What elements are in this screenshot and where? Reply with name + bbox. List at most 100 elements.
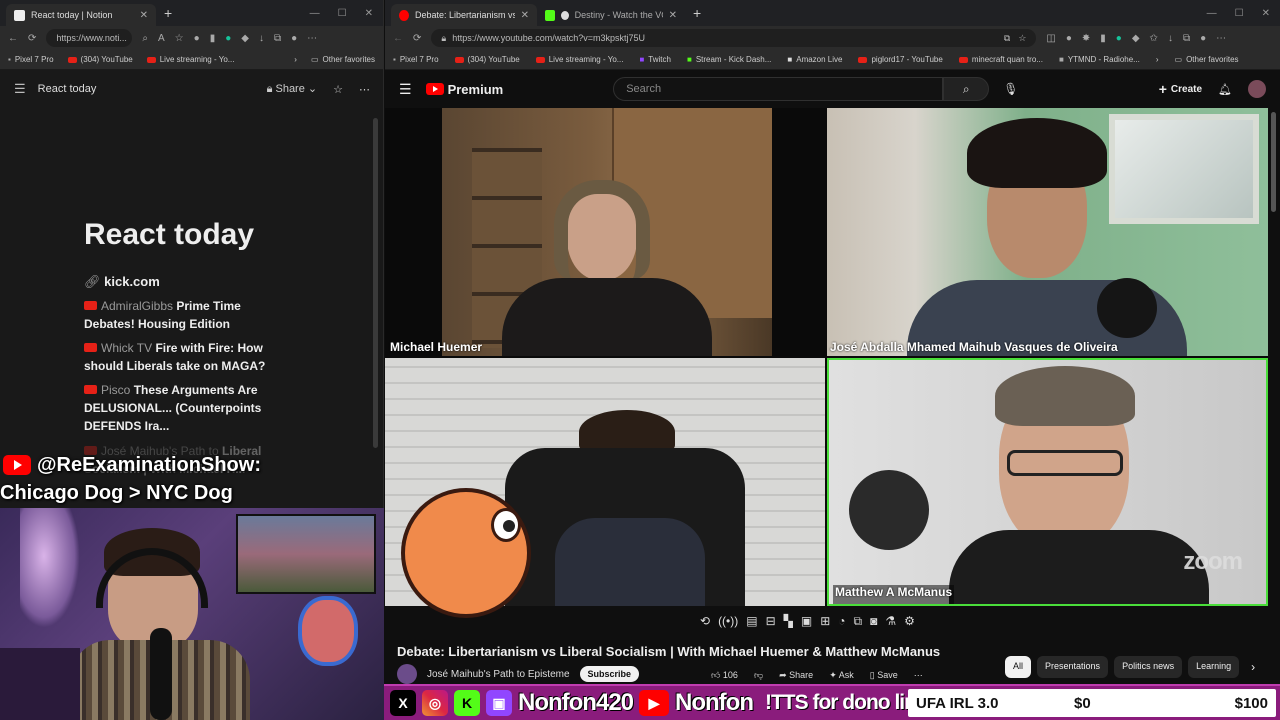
star-icon[interactable]: ☆ [175,33,184,44]
share-button[interactable]: ➦ Share [779,670,813,681]
extension-icon[interactable]: ● [194,33,200,44]
split-icon[interactable]: ◫ [1046,33,1055,44]
scrollbar[interactable] [373,118,378,448]
list-item[interactable]: Pisco These Arguments Are DELUSIONAL... … [84,381,274,435]
create-button[interactable]: + Create [1159,81,1202,97]
flask-icon[interactable]: ⚗ [885,614,896,629]
back-icon[interactable]: ← [8,33,18,44]
settings-gear-icon[interactable]: ⚙ [904,614,915,629]
favorite-item[interactable]: Live streaming - Yo... [146,55,234,64]
favorite-item[interactable]: ■ YTMND - Radiohe... [1059,55,1140,64]
extension-icon[interactable]: ✸ [1082,33,1090,44]
avatar[interactable] [1248,80,1266,98]
favorite-item[interactable]: piglord17 - YouTube [858,55,943,64]
like-button[interactable]: 👍︎ 106 [711,670,738,681]
refresh-icon[interactable]: ⟳ [413,33,421,44]
url-field[interactable]: https://www.noti... [46,29,133,47]
subscribe-button[interactable]: Subscribe [579,666,640,682]
share-button[interactable]: 🔒︎ Share ⌄ [267,82,318,96]
minimize-icon[interactable]: — [310,8,320,19]
save-button[interactable]: ▯ Save [870,670,898,681]
maximize-icon[interactable]: ☐ [338,8,347,19]
grammarly-icon[interactable]: ● [1116,33,1122,44]
star-icon[interactable]: ☆ [1018,33,1026,44]
new-tab-button[interactable]: + [685,5,709,21]
trash-icon[interactable]: ▮ [210,33,216,44]
more-icon[interactable]: ⋯ [914,670,923,681]
search-input[interactable]: Search [613,77,944,101]
chapters-icon[interactable]: ⊟ [766,614,776,629]
other-favorites[interactable]: ▭ Other favorites [311,55,375,64]
favorite-item[interactable]: Live streaming - Yo... [535,55,623,64]
zoom-icon[interactable]: ⌕ [142,33,148,44]
favorite-item[interactable]: ▪ Pixel 7 Pro [393,55,439,64]
other-favorites[interactable]: ▭ Other favorites [1175,55,1239,64]
favorite-item[interactable]: minecraft quan tro... [958,55,1043,64]
clip-icon[interactable]: ▚ [784,614,793,629]
new-tab-button[interactable]: + [156,5,180,21]
grammarly-icon[interactable]: ● [225,33,231,44]
profile-icon[interactable]: ● [1200,33,1206,44]
close-icon[interactable]: ✕ [140,10,148,21]
speed-icon[interactable]: ◔ [838,614,845,629]
close-icon[interactable]: ✕ [669,10,677,21]
read-aloud-icon[interactable]: A [158,33,165,44]
dislike-button[interactable]: 👎︎ [754,670,763,681]
pip-icon[interactable]: ⧉ [854,614,863,629]
bell-icon[interactable]: 🔔︎ [1218,83,1232,96]
app-icon[interactable]: ⧉ [1004,33,1010,44]
extension-icon[interactable]: ◆ [241,33,249,44]
favorite-item[interactable]: ▪ Pixel 7 Pro [8,55,54,64]
download-icon[interactable]: ↓ [259,33,264,44]
favorite-item[interactable]: ■ Amazon Live [787,55,842,64]
maximize-icon[interactable]: ☐ [1235,8,1244,19]
loop-icon[interactable]: ⟲ [700,614,710,629]
more-icon[interactable]: ⋯ [307,33,317,44]
url-field[interactable]: 🔒︎ https://www.youtube.com/watch?v=m3kpsk… [431,29,1037,47]
tab-youtube[interactable]: Debate: Libertarianism vs Liberal S ✕ [391,4,537,26]
list-item[interactable]: AdmiralGibbs Prime Time Debates! Housing… [84,297,274,333]
favorite-item[interactable]: ■ Stream - Kick Dash... [687,55,771,64]
link-item[interactable]: 🔗︎ kick.com [84,273,274,291]
ask-button[interactable]: ✦ Ask [829,670,854,681]
close-window-icon[interactable]: ✕ [1262,8,1270,19]
list-item[interactable]: Whick TV Fire with Fire: How should Libe… [84,339,274,375]
extension-icon[interactable]: ● [1066,33,1072,44]
more-options-icon[interactable]: ⋯ [359,83,370,96]
chip-politics-news[interactable]: Politics news [1114,656,1183,678]
collections-icon[interactable]: ⧉ [274,33,281,44]
menu-icon[interactable]: ☰ [399,81,412,98]
favorite-item[interactable]: ■ Twitch [639,55,671,64]
chevron-right-icon[interactable]: › [1245,656,1261,678]
search-button[interactable]: ⌕ [943,77,990,101]
extension-icon[interactable]: ◆ [1132,33,1140,44]
favorites-icon[interactable]: ✩ [1150,33,1158,44]
youtube-logo[interactable]: Premium [425,82,503,97]
profile-icon[interactable]: ● [291,33,297,44]
captions-icon[interactable]: ▤ [746,614,757,629]
scrollbar[interactable] [1271,112,1276,212]
channel-avatar[interactable] [397,664,417,684]
video-player[interactable]: Michael Huemer José Abdalla Mhamed Maihu… [385,108,1268,618]
page-breadcrumb[interactable]: React today [38,83,97,95]
chip-all[interactable]: All [1005,656,1032,678]
menu-icon[interactable]: ☰ [14,81,26,97]
tab-destiny[interactable]: Destiny - Watch the VOD on K ✕ [537,4,685,26]
favorite-star-icon[interactable]: ☆ [333,83,343,96]
tab-notion[interactable]: React today | Notion ✕ [6,4,156,26]
microphone-icon[interactable]: 🎙︎ [1003,82,1018,96]
refresh-icon[interactable]: ⟳ [28,33,36,44]
download-icon[interactable]: ↓ [1168,33,1173,44]
favorite-item[interactable]: (304) YouTube [67,55,133,64]
chevron-right-icon[interactable]: › [1156,55,1159,64]
camera-icon[interactable]: ◙ [870,614,877,629]
chevron-right-icon[interactable]: › [294,55,297,64]
favorite-item[interactable]: (304) YouTube [454,55,520,64]
more-icon[interactable]: ⋯ [1216,33,1226,44]
minimize-icon[interactable]: — [1207,8,1217,19]
back-icon[interactable]: ← [393,33,403,44]
close-icon[interactable]: ✕ [521,10,529,21]
trash-icon[interactable]: ▮ [1100,33,1106,44]
theater-icon[interactable]: ⊞ [820,614,830,629]
chip-presentations[interactable]: Presentations [1037,656,1109,678]
